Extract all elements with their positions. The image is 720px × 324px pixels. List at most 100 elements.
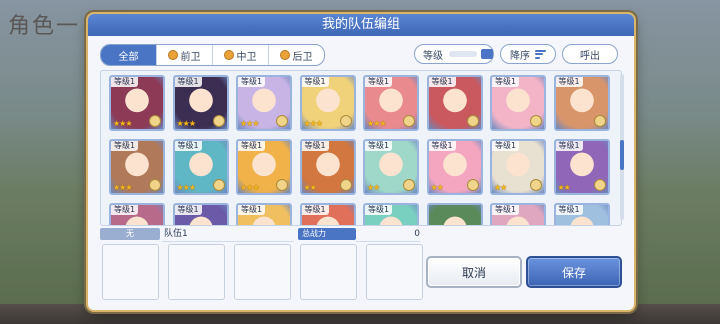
character-card[interactable] [426,203,483,225]
rank-icon [403,179,415,191]
team-slot[interactable] [300,244,357,300]
rank-icon [149,115,161,127]
star-rating: ★★★ [176,183,196,192]
character-card[interactable]: 等级1 [490,75,546,131]
character-level: 等级1 [365,141,393,151]
call-label: 呼出 [580,50,600,62]
rank-icon [593,115,606,127]
toggle-icon [481,49,493,59]
character-card[interactable]: 等级1 ★★★ [363,75,419,131]
star-rating: ★★ [557,183,571,192]
team-name: 队伍1 [162,227,294,242]
team-panel: 无 队伍1 总战力 0 取消 保存 [100,226,622,308]
call-button[interactable]: 呼出 [562,44,618,64]
grid-scrollbar[interactable] [620,74,624,220]
rank-icon [466,179,479,191]
character-card[interactable]: 等级1 ★★ [426,139,483,195]
character-card[interactable]: 等级1 [426,75,483,131]
level-track [449,51,477,57]
tab-label: 中卫 [236,51,257,63]
star-rating: ★★ [494,183,507,192]
character-grid[interactable]: 等级1 ★★★ 等级1 ★★★ 等级1 ★★★ 等级1 ★★★ 等级1 ★★★ 等级1 等级1 等级1 等… [100,70,622,226]
character-card[interactable]: 等级1 ★★★ [109,75,165,131]
character-card[interactable]: 等级1 [363,203,419,225]
position-filter-tabs: 全部 前卫 中卫 后卫 [100,44,325,66]
character-card[interactable]: 等级1 [299,203,356,225]
character-level: 等级1 [174,141,202,151]
character-level: 等级1 [238,77,266,87]
character-level: 等级1 [492,77,520,87]
team-slot[interactable] [366,244,423,300]
star-rating: ★★★ [113,183,132,192]
character-card[interactable]: 等级1 ★★ [299,139,356,195]
character-card[interactable]: 等级1 ★★ [553,139,610,195]
tab-label: 前卫 [180,51,201,63]
team-slot[interactable] [168,244,225,300]
character-level: 等级1 [111,141,139,151]
character-card[interactable]: 等级1 [109,203,165,225]
character-card[interactable]: 等级1 ★★★ [172,75,229,131]
rank-icon [339,115,352,127]
character-level: 等级1 [555,77,583,87]
team-slot[interactable] [102,244,159,300]
character-card[interactable]: 等级1 ★★★ [236,75,292,131]
character-level: 等级1 [174,77,202,87]
character-level: 等级1 [365,205,393,215]
character-card[interactable]: 等级1 [172,203,229,225]
character-card[interactable]: 等级1 ★★★ [236,139,292,195]
dialog-title: 我的队伍编组 [88,14,634,36]
sort-button[interactable]: 降序 [500,44,556,64]
character-level: 等级1 [174,205,202,215]
character-card[interactable]: 等级1 [553,75,610,131]
team-label: 无 [100,228,160,240]
character-level: 等级1 [555,205,583,215]
character-level: 等级1 [492,141,520,151]
tab-front[interactable]: 前卫 [157,45,213,65]
character-level: 等级1 [428,77,456,87]
cancel-button[interactable]: 取消 [426,256,522,288]
star-rating: ★★★ [367,119,386,128]
save-button[interactable]: 保存 [526,256,622,288]
character-card[interactable]: 等级1 [236,203,292,225]
power-label: 总战力 [298,228,356,240]
character-level: 等级1 [301,141,329,151]
character-card[interactable]: 等级1 ★★ [363,139,419,195]
character-card[interactable]: 等级1 ★★ [490,139,546,195]
tab-back[interactable]: 后卫 [269,45,324,65]
rank-icon [276,179,288,191]
character-level: 等级1 [301,205,329,215]
position-icon [224,51,233,59]
team-edit-dialog: 我的队伍编组 全部 前卫 中卫 后卫 等级 降序 呼出 等级1 ★★★ 等级1 ★★★… [88,14,634,310]
rank-icon [276,115,288,127]
position-icon [280,51,289,59]
rank-icon [339,179,352,191]
rank-icon [530,179,542,191]
scroll-thumb[interactable] [620,140,624,170]
character-portrait [428,205,481,225]
character-level: 等级1 [111,77,139,87]
character-card[interactable]: 等级1 ★★★ [172,139,229,195]
sort-label: 降序 [510,50,530,62]
tab-all[interactable]: 全部 [101,45,157,65]
rank-icon [149,179,161,191]
star-rating: ★★ [367,183,380,192]
character-level: 等级1 [238,141,266,151]
character-level: 等级1 [301,77,329,87]
character-level: 等级1 [492,205,520,215]
character-card[interactable]: 等级1 [553,203,610,225]
position-icon [168,51,177,59]
character-card[interactable]: 等级1 [490,203,546,225]
rank-icon [212,179,225,191]
character-level: 等级1 [111,205,139,215]
star-rating: ★★★ [240,183,259,192]
star-rating: ★★ [303,183,317,192]
level-filter-button[interactable]: 等级 [414,44,494,64]
power-value: 0 [356,227,420,242]
character-card[interactable]: 等级1 ★★★ [299,75,356,131]
tab-middle[interactable]: 中卫 [213,45,269,65]
character-card[interactable]: 等级1 ★★★ [109,139,165,195]
team-slot[interactable] [234,244,291,300]
star-rating: ★★ [430,183,444,192]
rank-icon [530,115,542,127]
rank-icon [403,115,415,127]
